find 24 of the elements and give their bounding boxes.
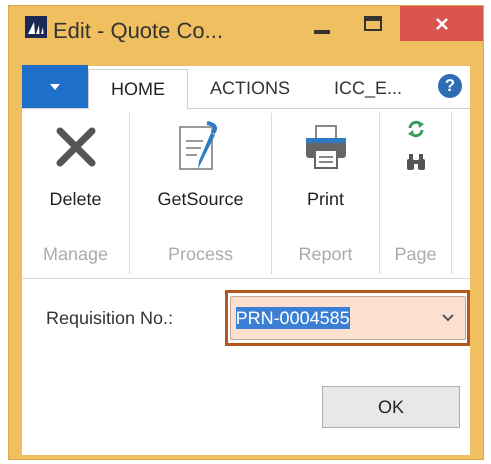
group-label: Manage (42, 243, 108, 266)
ribbon-action-button[interactable]: Delete (49, 113, 102, 213)
ok-button[interactable]: OK (322, 386, 460, 428)
binoculars-icon[interactable] (406, 153, 426, 171)
field-label: Requisition No.: (46, 306, 174, 330)
close-icon (436, 18, 448, 30)
field-value: PRN-0004585 (236, 307, 350, 329)
ribbon-tab[interactable]: HOME (88, 69, 188, 109)
close-button[interactable] (400, 6, 483, 41)
caret-icon (50, 84, 60, 90)
printer-icon (304, 124, 348, 170)
group-label: Page (394, 243, 437, 266)
ribbon-action-button[interactable]: GetSource (157, 113, 244, 213)
help-button[interactable]: ? (438, 74, 462, 98)
refresh-icon[interactable] (406, 119, 426, 139)
app-logo-icon (25, 16, 47, 38)
window-title: Edit - Quote Co... (53, 17, 223, 45)
x-mark-icon (54, 125, 98, 169)
group-label: Report (298, 243, 353, 266)
chevron-down-icon (442, 314, 454, 322)
requisition-dropdown[interactable]: PRN-0004585 (230, 296, 466, 340)
group-label: Process (168, 243, 234, 266)
maximize-icon[interactable] (364, 16, 382, 31)
ribbon-action-button[interactable]: Print (304, 113, 348, 213)
